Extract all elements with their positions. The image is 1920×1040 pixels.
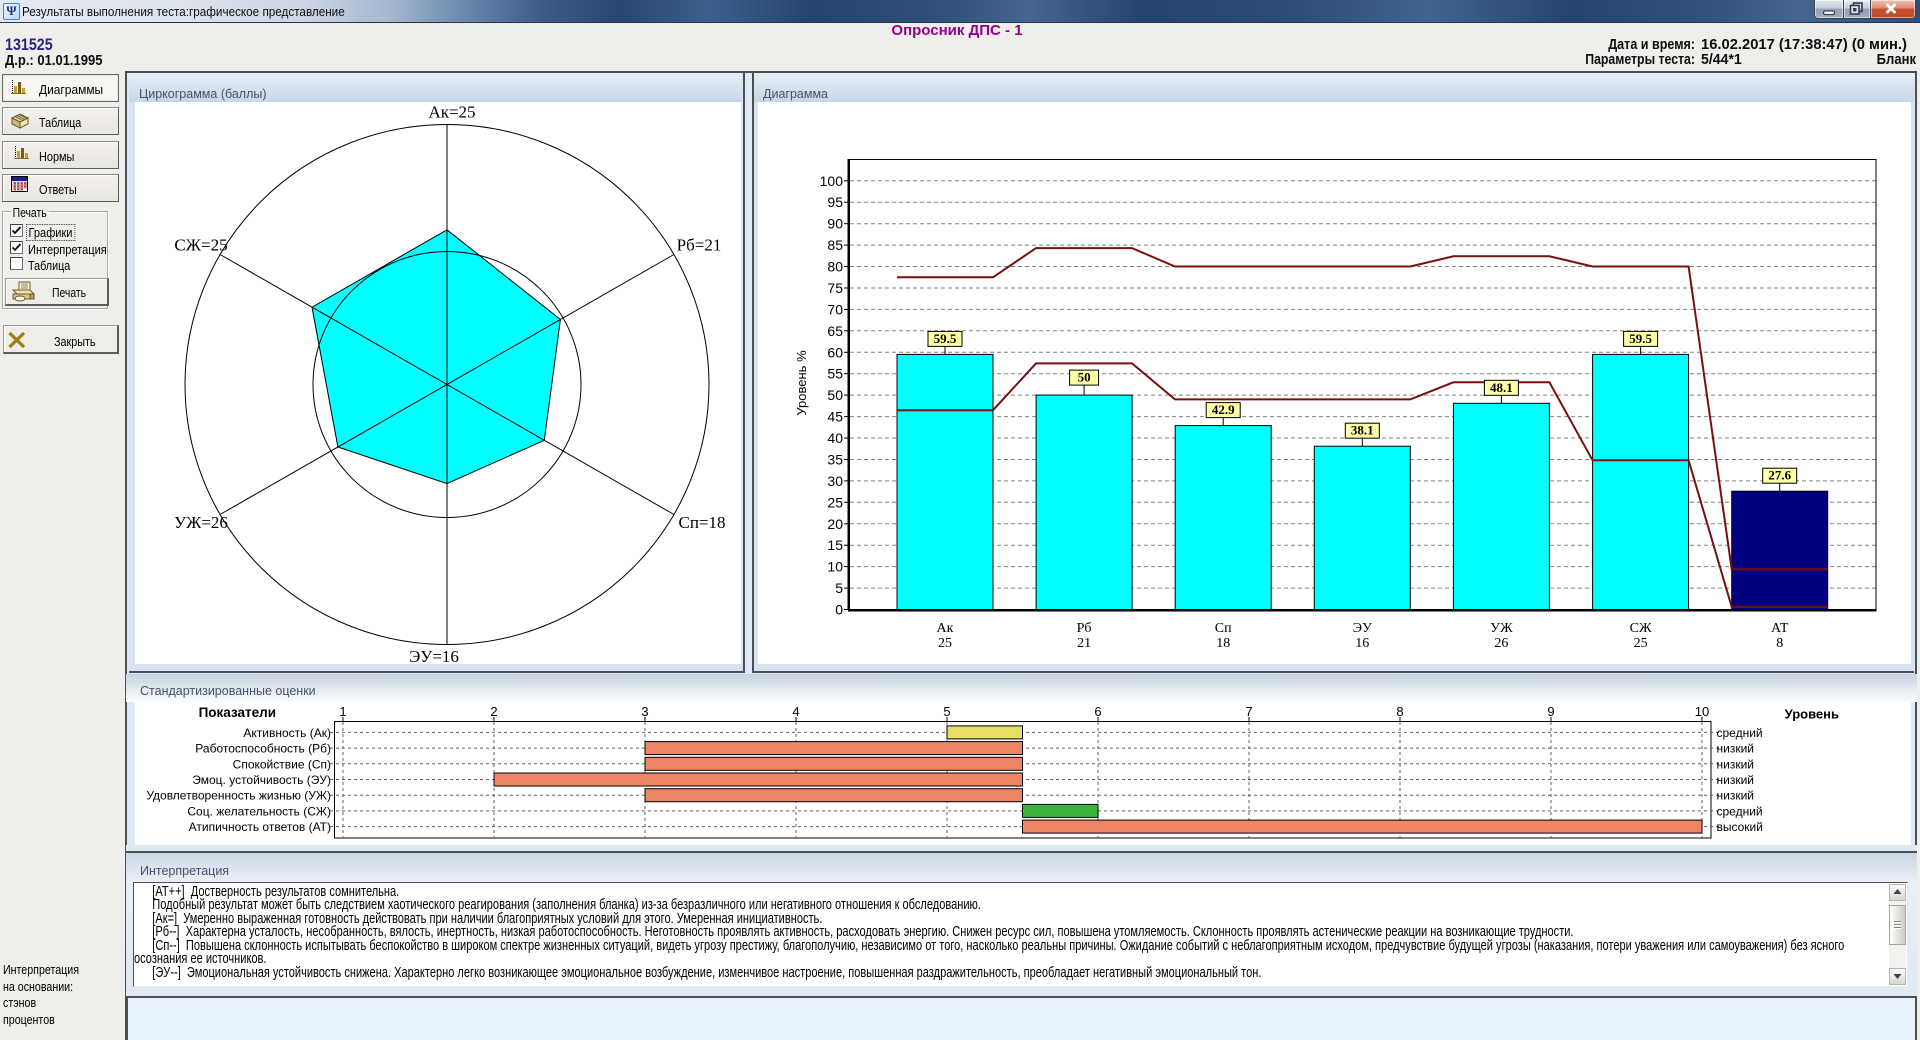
svg-text:9: 9 <box>1547 704 1554 719</box>
svg-text:8: 8 <box>1396 704 1403 719</box>
svg-text:10: 10 <box>1695 704 1709 719</box>
svg-text:15: 15 <box>827 537 843 553</box>
svg-text:100: 100 <box>820 173 844 189</box>
svg-text:55: 55 <box>827 366 843 382</box>
svg-text:низкий: низкий <box>1717 742 1755 756</box>
svg-text:низкий: низкий <box>1717 773 1755 787</box>
svg-text:45: 45 <box>827 409 843 425</box>
svg-text:Активность (Ак): Активность (Ак) <box>243 726 331 740</box>
svg-text:59.5: 59.5 <box>1629 331 1652 346</box>
svg-text:Удовлетворенность жизнью (УЖ): Удовлетворенность жизнью (УЖ) <box>146 789 331 803</box>
svg-text:Эмоц. устойчивость (ЭУ): Эмоц. устойчивость (ЭУ) <box>192 773 331 787</box>
svg-text:1: 1 <box>339 704 346 719</box>
svg-text:низкий: низкий <box>1717 789 1755 803</box>
svg-text:8: 8 <box>1776 636 1783 651</box>
svg-text:48.1: 48.1 <box>1490 380 1513 395</box>
svg-text:средний: средний <box>1717 804 1763 818</box>
svg-text:25: 25 <box>938 636 952 651</box>
svg-text:80: 80 <box>827 259 843 275</box>
svg-text:УЖ: УЖ <box>1490 621 1513 636</box>
svg-text:50: 50 <box>827 387 843 403</box>
svg-text:Сп: Сп <box>1215 621 1232 636</box>
svg-text:70: 70 <box>827 301 843 317</box>
svg-text:4: 4 <box>792 704 799 719</box>
svg-text:25: 25 <box>1634 636 1648 651</box>
svg-text:42.9: 42.9 <box>1212 402 1235 417</box>
svg-text:7: 7 <box>1245 704 1252 719</box>
svg-text:21: 21 <box>1077 636 1091 651</box>
svg-text:10: 10 <box>827 559 843 575</box>
svg-text:средний: средний <box>1717 726 1763 740</box>
svg-text:16: 16 <box>1355 636 1369 651</box>
svg-text:5: 5 <box>835 580 843 596</box>
svg-text:27.6: 27.6 <box>1768 468 1791 483</box>
svg-text:30: 30 <box>827 473 843 489</box>
svg-text:Ак=25: Ак=25 <box>428 103 475 122</box>
svg-text:Ак: Ак <box>937 621 954 636</box>
svg-text:50: 50 <box>1078 370 1091 385</box>
svg-text:5: 5 <box>943 704 950 719</box>
svg-text:18: 18 <box>1216 636 1230 651</box>
svg-text:Рб=21: Рб=21 <box>677 236 722 255</box>
svg-text:85: 85 <box>827 237 843 253</box>
svg-text:Уровень %: Уровень % <box>794 350 809 416</box>
svg-text:СЖ: СЖ <box>1630 621 1652 636</box>
svg-text:Спокойствие (Сп): Спокойствие (Сп) <box>233 757 331 771</box>
svg-text:90: 90 <box>827 216 843 232</box>
svg-text:75: 75 <box>827 280 843 296</box>
svg-text:УЖ=26: УЖ=26 <box>174 513 228 532</box>
svg-text:АТ: АТ <box>1771 621 1789 636</box>
svg-text:38.1: 38.1 <box>1351 423 1374 438</box>
svg-text:40: 40 <box>827 430 843 446</box>
svg-text:Сп=18: Сп=18 <box>678 513 725 532</box>
svg-text:ЭУ=16: ЭУ=16 <box>409 647 459 664</box>
svg-text:0: 0 <box>835 602 843 618</box>
svg-text:35: 35 <box>827 452 843 468</box>
svg-text:6: 6 <box>1094 704 1101 719</box>
svg-text:СЖ=25: СЖ=25 <box>174 236 227 255</box>
svg-text:20: 20 <box>827 516 843 532</box>
svg-text:ЭУ: ЭУ <box>1353 621 1372 636</box>
svg-text:высокий: высокий <box>1717 820 1763 834</box>
svg-text:95: 95 <box>827 194 843 210</box>
svg-text:Рб: Рб <box>1077 621 1092 636</box>
svg-text:60: 60 <box>827 344 843 360</box>
svg-text:Работоспособность (Рб): Работоспособность (Рб) <box>195 742 331 756</box>
svg-text:2: 2 <box>490 704 497 719</box>
svg-text:59.5: 59.5 <box>934 331 957 346</box>
svg-text:Уровень: Уровень <box>1785 707 1839 722</box>
svg-text:26: 26 <box>1494 636 1508 651</box>
svg-text:низкий: низкий <box>1717 757 1755 771</box>
svg-text:25: 25 <box>827 494 843 510</box>
svg-text:65: 65 <box>827 323 843 339</box>
svg-text:Соц. желательность (СЖ): Соц. желательность (СЖ) <box>187 804 331 818</box>
svg-text:3: 3 <box>641 704 648 719</box>
svg-text:Атипичность ответов (АТ): Атипичность ответов (АТ) <box>189 820 331 834</box>
svg-text:Показатели: Показатели <box>199 705 276 720</box>
